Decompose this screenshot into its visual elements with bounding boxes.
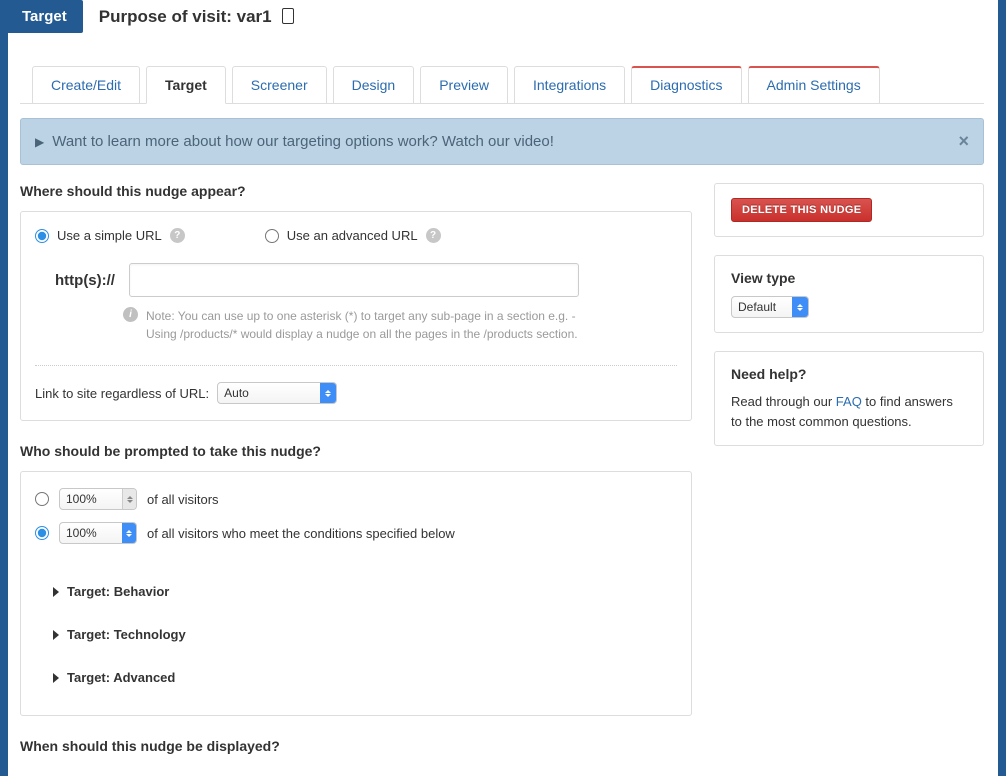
accordion-technology-label: Target: Technology xyxy=(67,627,186,642)
panel-view-type: View type Default xyxy=(714,255,984,333)
link-site-value: Auto xyxy=(224,386,249,400)
target-badge: Target xyxy=(6,0,83,33)
help-icon[interactable]: ? xyxy=(170,228,185,243)
radio-all-visitors[interactable] xyxy=(35,492,49,506)
link-site-select[interactable]: Auto xyxy=(217,382,337,404)
tab-screener[interactable]: Screener xyxy=(232,66,327,104)
pct-cond-select[interactable]: 100% xyxy=(59,522,137,544)
accordion-behavior[interactable]: Target: Behavior xyxy=(35,570,677,613)
tab-design[interactable]: Design xyxy=(333,66,415,104)
radio-simple-url[interactable]: Use a simple URL ? xyxy=(35,228,185,243)
page-title: Purpose of visit: var1 xyxy=(99,7,272,27)
help-title: Need help? xyxy=(731,366,967,382)
opt-all-suffix: of all visitors xyxy=(147,492,219,507)
view-type-value: Default xyxy=(738,300,776,314)
chevron-updown-icon xyxy=(122,489,136,509)
help-icon[interactable]: ? xyxy=(426,228,441,243)
tab-integrations[interactable]: Integrations xyxy=(514,66,625,104)
chevron-updown-icon xyxy=(320,383,336,403)
accordion-advanced[interactable]: Target: Advanced xyxy=(35,656,677,699)
accordion-behavior-label: Target: Behavior xyxy=(67,584,169,599)
radio-advanced-url[interactable]: Use an advanced URL ? xyxy=(265,228,441,243)
tab-diagnostics[interactable]: Diagnostics xyxy=(631,66,741,104)
caret-right-icon xyxy=(53,673,59,683)
section-who-title: Who should be prompted to take this nudg… xyxy=(20,443,692,459)
section-where-title: Where should this nudge appear? xyxy=(20,183,692,199)
accordion-advanced-label: Target: Advanced xyxy=(67,670,175,685)
delete-nudge-button[interactable]: DELETE THIS NUDGE xyxy=(731,198,872,222)
radio-simple-url-input[interactable] xyxy=(35,229,49,243)
help-text-before: Read through our xyxy=(731,394,836,409)
panel-help: Need help? Read through our FAQ to find … xyxy=(714,351,984,446)
info-icon: i xyxy=(123,307,138,322)
accordion-technology[interactable]: Target: Technology xyxy=(35,613,677,656)
play-icon: ▶ xyxy=(35,135,44,149)
chevron-updown-icon xyxy=(122,523,136,543)
radio-advanced-url-input[interactable] xyxy=(265,229,279,243)
url-note-text: Note: You can use up to one asterisk (*)… xyxy=(146,307,583,343)
url-prefix-label: http(s):// xyxy=(55,272,115,289)
info-alert: ▶ Want to learn more about how our targe… xyxy=(20,118,984,165)
chevron-updown-icon xyxy=(792,297,808,317)
pct-all-value: 100% xyxy=(66,492,97,506)
view-type-title: View type xyxy=(731,270,967,286)
tabs-nav: Create/Edit Target Screener Design Previ… xyxy=(20,66,984,104)
url-input[interactable] xyxy=(129,263,579,297)
panel-who: 100% of all visitors 100% of all visitor… xyxy=(20,471,692,716)
radio-simple-url-label: Use a simple URL xyxy=(57,228,162,243)
tab-admin-settings[interactable]: Admin Settings xyxy=(748,66,880,104)
device-icon xyxy=(282,8,294,24)
tab-create-edit[interactable]: Create/Edit xyxy=(32,66,140,104)
radio-conditional-visitors[interactable] xyxy=(35,526,49,540)
caret-right-icon xyxy=(53,587,59,597)
faq-link[interactable]: FAQ xyxy=(836,394,862,409)
alert-text: Want to learn more about how our targeti… xyxy=(52,133,554,150)
section-when-title: When should this nudge be displayed? xyxy=(20,738,692,754)
link-site-label: Link to site regardless of URL: xyxy=(35,386,209,401)
panel-delete: DELETE THIS NUDGE xyxy=(714,183,984,237)
panel-where: Use a simple URL ? Use an advanced URL ?… xyxy=(20,211,692,421)
close-icon[interactable]: × xyxy=(958,131,969,152)
tab-target[interactable]: Target xyxy=(146,66,226,104)
pct-cond-value: 100% xyxy=(66,526,97,540)
pct-all-select[interactable]: 100% xyxy=(59,488,137,510)
view-type-select[interactable]: Default xyxy=(731,296,809,318)
help-text: Read through our FAQ to find answers to … xyxy=(731,392,967,431)
tab-preview[interactable]: Preview xyxy=(420,66,508,104)
opt-cond-suffix: of all visitors who meet the conditions … xyxy=(147,526,455,541)
radio-advanced-url-label: Use an advanced URL xyxy=(287,228,418,243)
caret-right-icon xyxy=(53,630,59,640)
